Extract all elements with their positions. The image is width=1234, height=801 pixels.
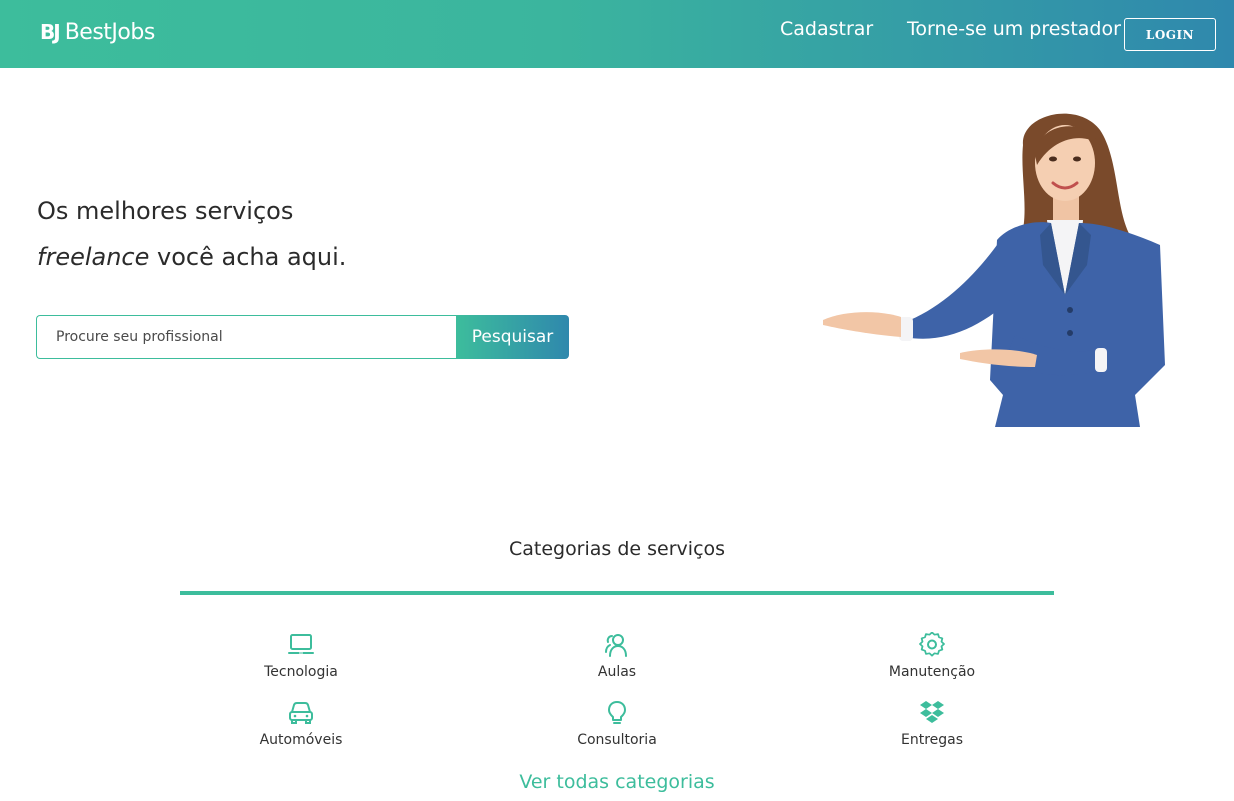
search-bar: Pesquisar	[36, 315, 569, 359]
car-icon	[289, 702, 313, 724]
top-navbar: BJ BestJobs Cadastrar Torne-se um presta…	[0, 0, 1234, 68]
category-entregas[interactable]: Entregas	[832, 700, 1032, 748]
nav-link-prestador[interactable]: Torne-se um prestador	[907, 18, 1121, 40]
brand-name: BestJobs	[64, 19, 156, 45]
see-all-categories-link[interactable]: Ver todas categorias	[0, 771, 1234, 793]
category-label: Consultoria	[577, 732, 657, 748]
hero-headline-rest: você acha aqui.	[149, 243, 347, 271]
hero-headline-line1: Os melhores serviços	[37, 197, 294, 225]
category-label: Manutenção	[888, 664, 976, 680]
gear-icon	[919, 632, 945, 657]
categories-title: Categorias de serviços	[508, 538, 726, 560]
categories-divider	[180, 591, 1054, 595]
hero-headline-line2: freelance você acha aqui.	[37, 243, 346, 271]
category-consultoria[interactable]: Consultoria	[517, 700, 717, 748]
category-tecnologia[interactable]: Tecnologia	[201, 632, 401, 680]
brand-logo[interactable]: BJ BestJobs	[40, 15, 155, 49]
nav-link-cadastrar[interactable]: Cadastrar	[780, 18, 873, 40]
category-manutencao[interactable]: Manutenção	[832, 632, 1032, 680]
category-label: Tecnologia	[264, 664, 338, 680]
login-button[interactable]: LOGIN	[1124, 18, 1216, 51]
brand-mark: BJ	[40, 20, 61, 44]
category-automoveis[interactable]: Automóveis	[201, 700, 401, 748]
category-label: Entregas	[900, 732, 964, 748]
category-label: Aulas	[597, 664, 637, 680]
category-label: Automóveis	[259, 732, 343, 748]
category-aulas[interactable]: Aulas	[517, 632, 717, 680]
lightbulb-icon	[608, 701, 626, 724]
search-input[interactable]	[36, 315, 456, 359]
dropbox-icon	[920, 701, 944, 723]
laptop-icon	[288, 634, 314, 654]
users-icon	[605, 634, 627, 657]
hero-headline-italic: freelance	[37, 243, 150, 271]
search-button[interactable]: Pesquisar	[456, 315, 569, 359]
hero-person-image	[823, 113, 1165, 427]
